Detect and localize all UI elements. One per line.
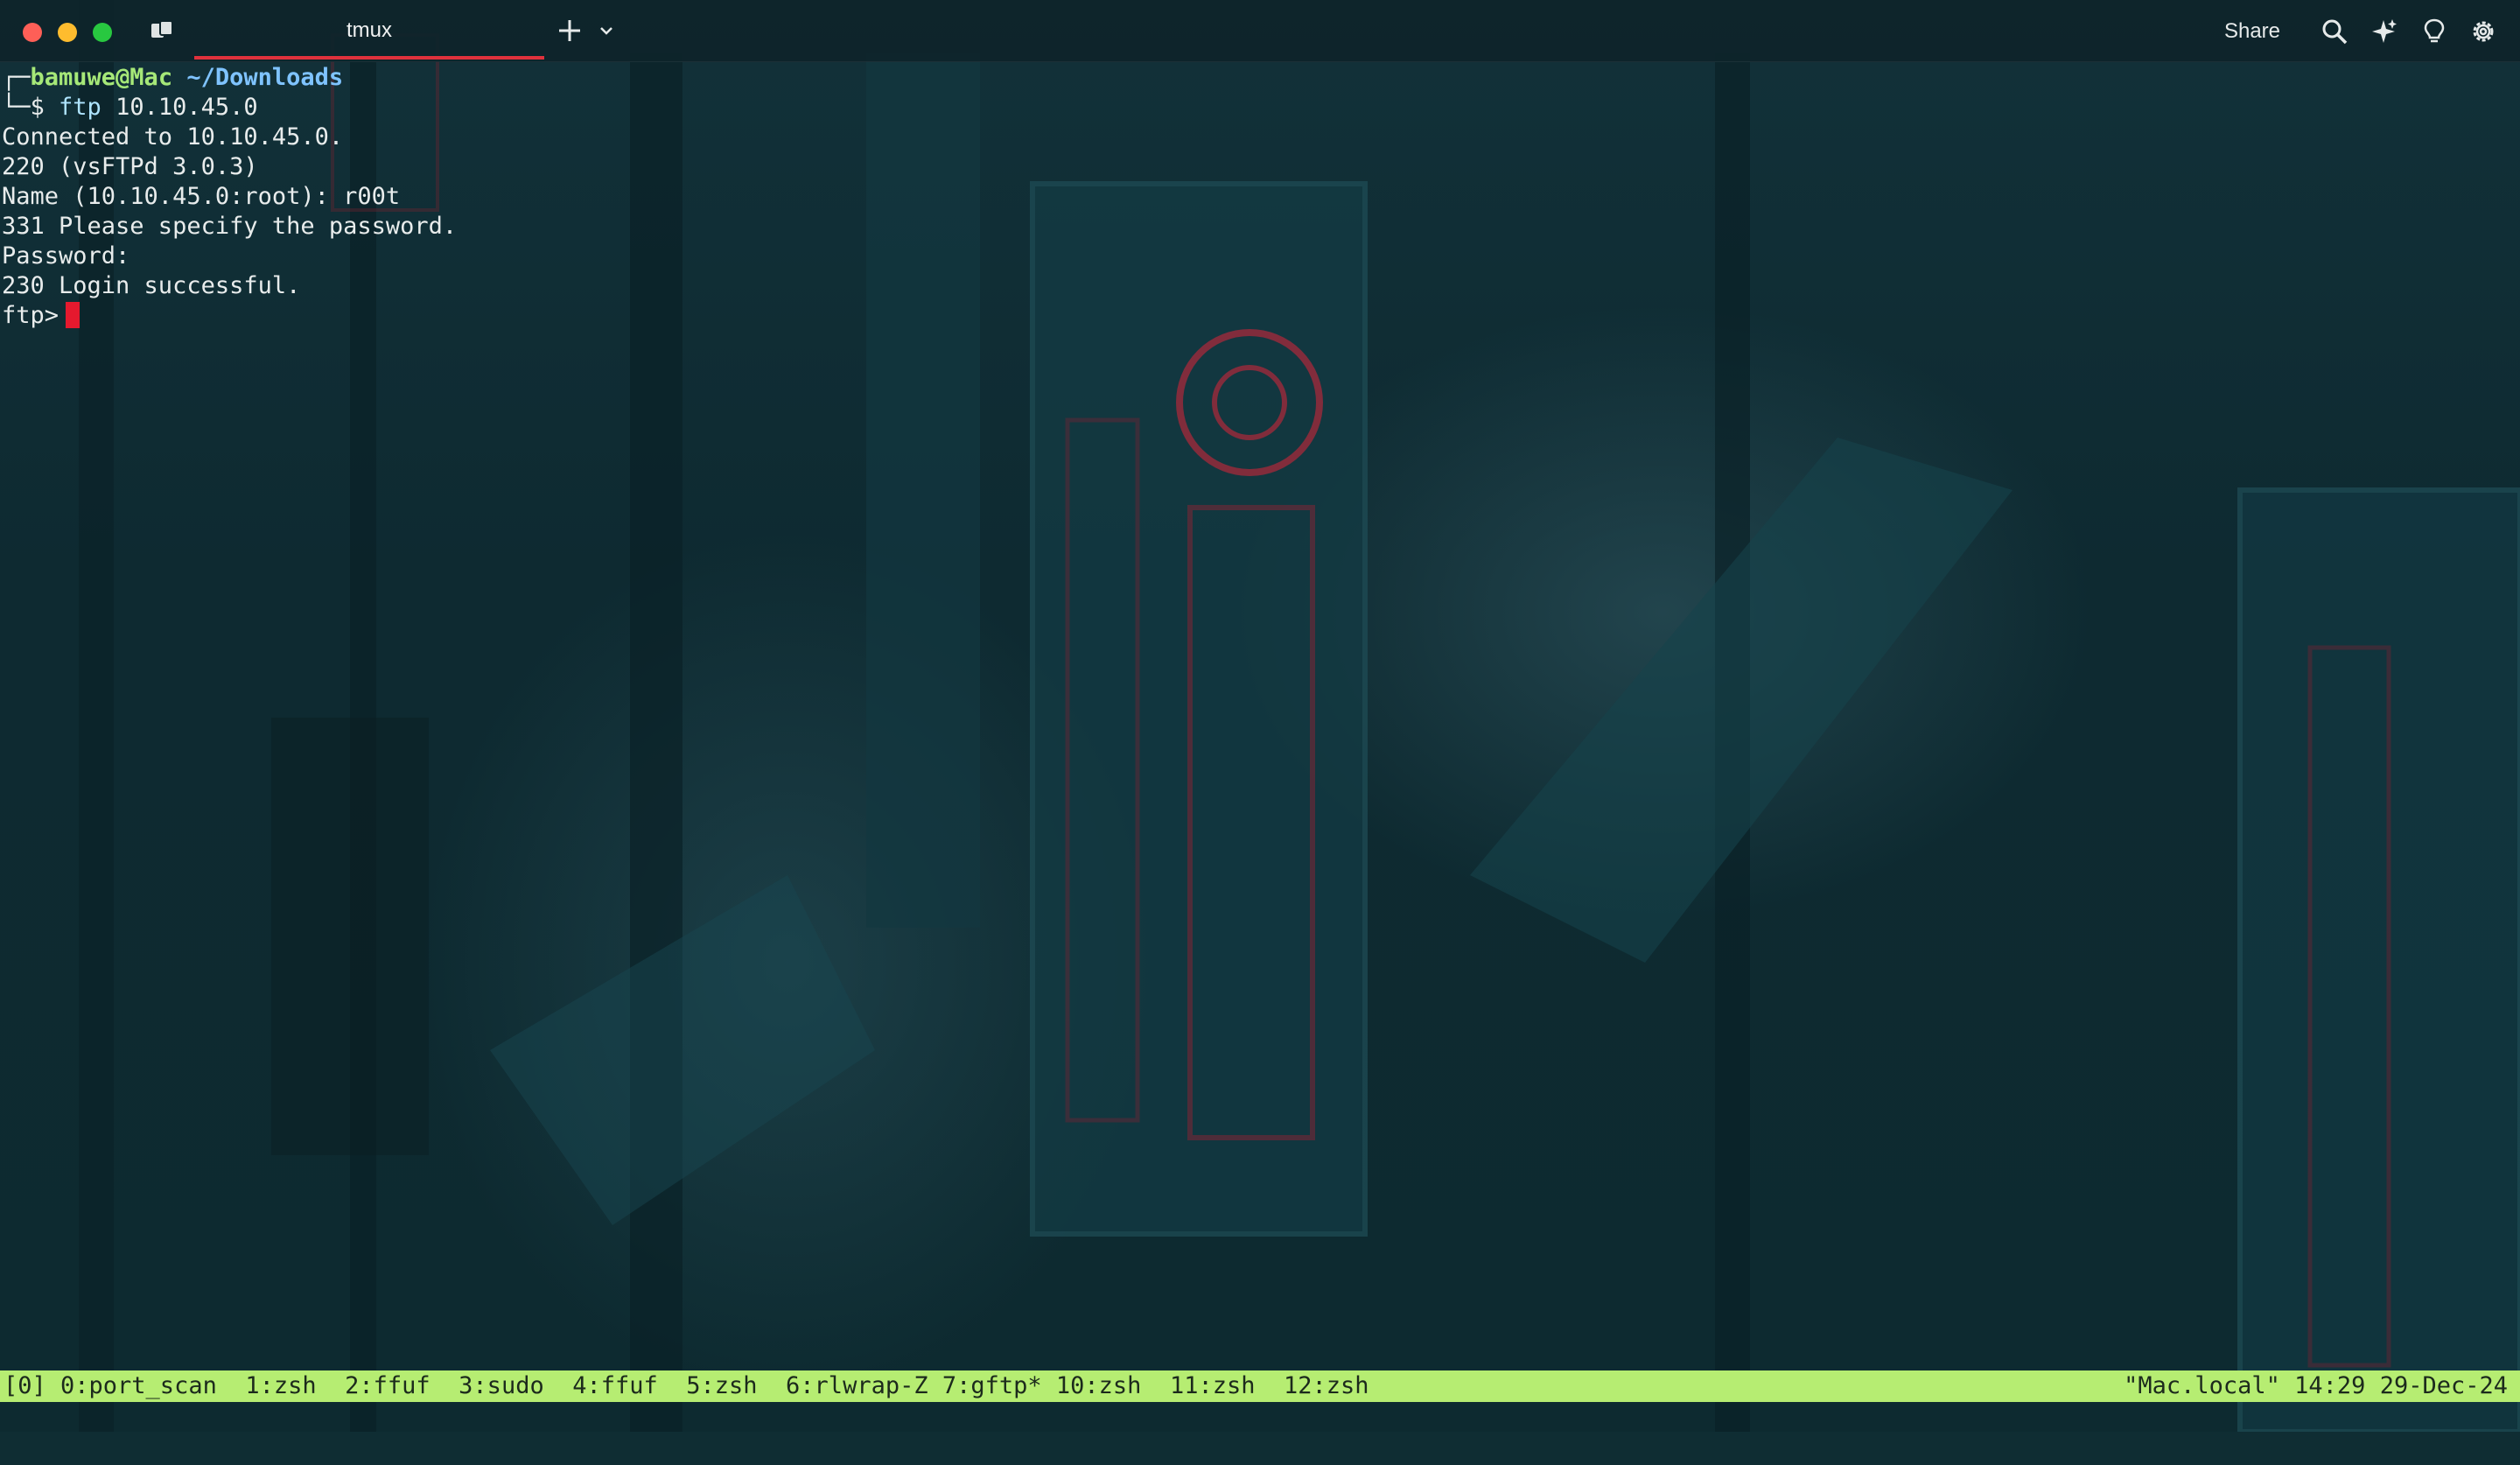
prompt-symbol: $	[30, 94, 60, 121]
gear-icon[interactable]	[2469, 18, 2497, 46]
output-line: Connected to 10.10.45.0.	[2, 123, 344, 151]
tab-label: tmux	[346, 18, 392, 42]
tab-tmux[interactable]: tmux	[194, 0, 544, 61]
output-line: Password:	[2, 242, 130, 270]
window-titlebar: tmux Share	[0, 0, 2520, 62]
prompt-directory: ~/Downloads	[186, 64, 344, 91]
ftp-prompt: ftp>	[2, 302, 60, 329]
lightbulb-icon[interactable]	[2420, 18, 2448, 46]
zoom-window-button[interactable]	[93, 23, 112, 42]
search-icon[interactable]	[2320, 18, 2348, 46]
output-line: Name (10.10.45.0:root): r00t	[2, 183, 401, 210]
minimize-window-button[interactable]	[58, 23, 77, 42]
prompt-line: ┌─bamuwe@Mac ~/Downloads	[0, 63, 2520, 93]
tmux-status-bar: [0] 0:port_scan 1:zsh 2:ffuf 3:sudo 4:ff…	[0, 1370, 2520, 1402]
share-button[interactable]: Share	[2208, 19, 2296, 46]
terminal-output[interactable]: ┌─bamuwe@Mac ~/Downloads └─$ ftp 10.10.4…	[0, 63, 2520, 331]
prompt-frame: ┌─	[2, 64, 31, 91]
command-args: 10.10.45.0	[101, 94, 258, 121]
prompt-user: bamuwe@Mac	[30, 64, 173, 91]
command-line: └─$ ftp 10.10.45.0	[0, 93, 2520, 123]
text-cursor	[66, 302, 80, 328]
plus-icon[interactable]	[555, 16, 584, 46]
prompt-frame: └─	[2, 94, 31, 121]
chevron-down-icon[interactable]	[598, 23, 614, 39]
active-tab-indicator	[194, 56, 544, 60]
output-line: 331 Please specify the password.	[2, 213, 458, 240]
close-window-button[interactable]	[23, 23, 42, 42]
tmux-window-list[interactable]: [0] 0:port_scan 1:zsh 2:ffuf 3:sudo 4:ff…	[4, 1370, 1369, 1402]
tmux-host-clock: "Mac.local" 14:29 29-Dec-24	[2124, 1372, 2508, 1399]
ftp-prompt-line[interactable]: ftp>	[0, 301, 2520, 331]
output-line: 220 (vsFTPd 3.0.3)	[2, 153, 258, 180]
output-line: 230 Login successful.	[2, 272, 301, 299]
command-name: ftp	[59, 94, 102, 121]
sidebar-icon[interactable]	[149, 19, 175, 42]
ai-sparkle-icon[interactable]	[2370, 18, 2398, 46]
